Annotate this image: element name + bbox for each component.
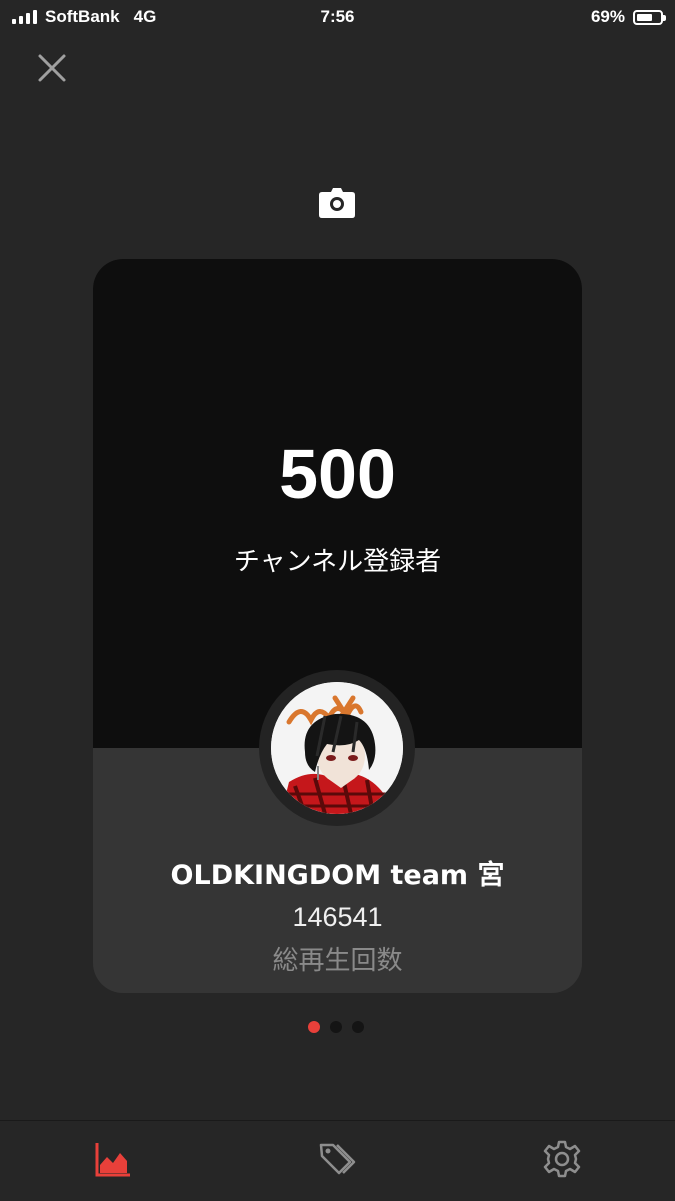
- page-dot[interactable]: [308, 1021, 320, 1033]
- total-views-label: 総再生回数: [272, 946, 403, 976]
- tab-settings[interactable]: [542, 1139, 582, 1179]
- close-icon: [38, 54, 66, 82]
- gear-icon: [543, 1140, 581, 1178]
- avatar-illustration: [271, 682, 403, 814]
- analytics-chart-icon: [95, 1143, 130, 1177]
- camera-icon: [319, 188, 355, 218]
- camera-button[interactable]: [316, 184, 358, 224]
- channel-name: OLDKINGDOM team 宮: [170, 860, 505, 891]
- battery-icon: [633, 9, 666, 25]
- page-dot[interactable]: [330, 1021, 342, 1033]
- total-views-value: 146541: [292, 902, 383, 932]
- battery-percentage: 69%: [590, 7, 625, 26]
- status-time: 7:56: [320, 7, 355, 26]
- milestone-label: チャンネル登録者: [233, 547, 442, 577]
- tab-analytics[interactable]: [93, 1139, 133, 1179]
- milestone-card[interactable]: 500 チャンネル登録者 OLDKINGDOM team 宮 146541 総再…: [93, 259, 582, 993]
- bottom-tab-bar: [0, 1120, 675, 1201]
- status-right: 69%: [590, 7, 666, 27]
- avatar-ring: [259, 670, 415, 826]
- channel-avatar: [271, 682, 403, 814]
- close-button[interactable]: [34, 50, 70, 86]
- page-dot[interactable]: [352, 1021, 364, 1033]
- milestone-value: 500: [279, 435, 396, 513]
- status-bar: SoftBank 4G 7:56 69%: [0, 0, 675, 34]
- tab-tags[interactable]: [316, 1139, 356, 1179]
- tag-icon: [319, 1143, 356, 1175]
- page-indicator[interactable]: [308, 1021, 364, 1033]
